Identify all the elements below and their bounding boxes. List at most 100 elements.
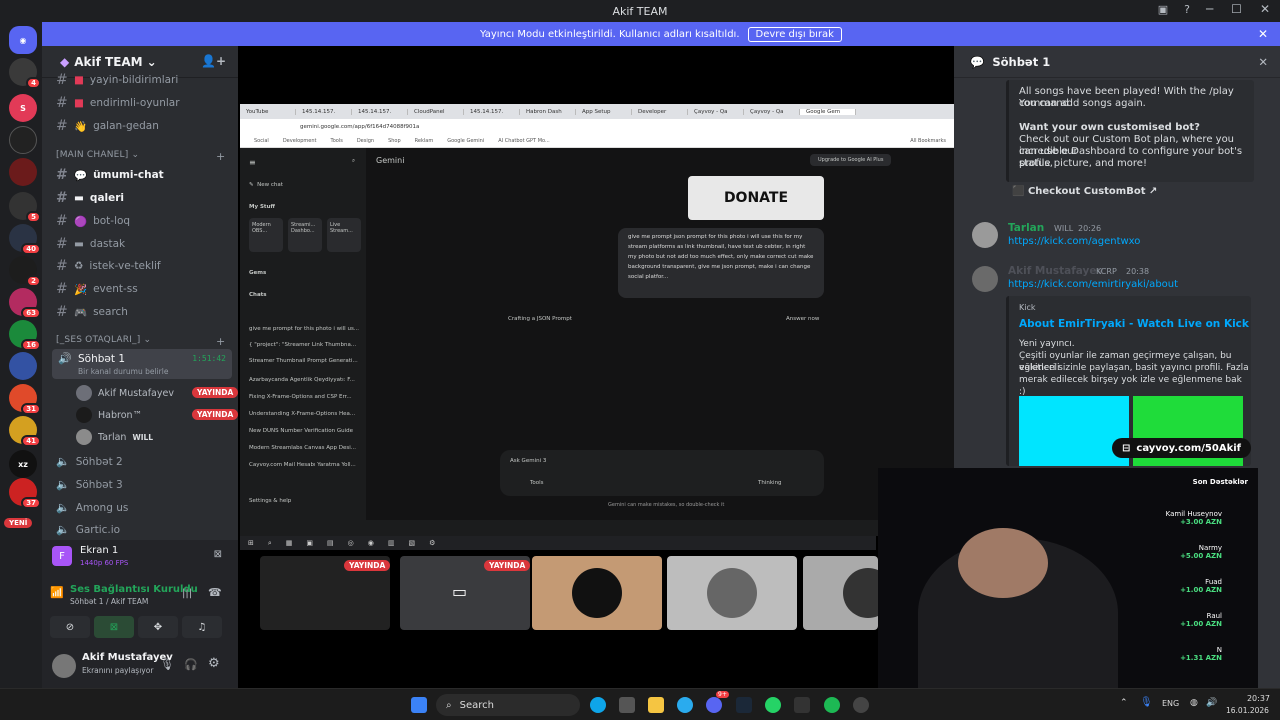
taskbar-search[interactable]: ⌕ Search [436, 694, 580, 716]
stream-tile[interactable]: YAYINDA ▭ [400, 556, 531, 630]
channel-item[interactable]: # 🎉 event-ss [56, 281, 138, 297]
voice-channel[interactable]: 🔈 Söhbət 2 [56, 455, 123, 468]
inbox-icon[interactable]: ▣ [1158, 3, 1168, 16]
server-icon[interactable] [9, 158, 37, 186]
stream-icon: F [52, 546, 72, 566]
avatar[interactable] [52, 654, 76, 678]
browser-tabs: YouTube 145.14.157. 145.14.157. CloudPanel 1… [240, 104, 954, 119]
channel-item[interactable]: # ■ yayin-bildirimlari [56, 72, 178, 88]
channel-item[interactable]: # ■ endirimli-oyunlar [56, 95, 180, 111]
folder-icon[interactable] [648, 697, 664, 713]
streamer-mode-banner: Yayıncı Modu etkinleştirildi. Kullanıcı … [42, 22, 1280, 46]
chat-header: 💬 Söhbət 1 ✕ [954, 46, 1280, 78]
server-icon[interactable]: 40 [9, 224, 41, 255]
message-link[interactable]: https://kick.com/agentwxo [1008, 236, 1140, 248]
disconnect-icon[interactable]: ☎ [208, 586, 222, 599]
voice-channel[interactable]: 🔈 Gartic.io [56, 523, 120, 536]
server-icon[interactable] [9, 126, 37, 154]
channel-item[interactable]: # ♻ istek-ve-teklif [56, 258, 161, 274]
maximize-button[interactable]: ☐ [1231, 2, 1242, 16]
server-icon[interactable]: 16 [9, 320, 41, 351]
channel-item[interactable]: # ▬ dastak [56, 236, 125, 252]
avatar [76, 385, 92, 401]
live-badge: YAYINDA [192, 387, 239, 398]
server-icon[interactable] [9, 352, 37, 380]
start-icon[interactable] [411, 697, 427, 713]
channel-status[interactable]: Bir kanal durumu belirle [78, 367, 168, 376]
edge-icon[interactable] [590, 697, 606, 713]
discord-icon[interactable]: 9+ [706, 691, 729, 713]
noise-icon[interactable]: ||| [182, 588, 192, 599]
soundboard-button[interactable]: ♫ [182, 616, 222, 638]
server-icon[interactable]: 63 [9, 288, 41, 319]
participant-tile[interactable] [803, 556, 893, 630]
category-voice[interactable]: [_SES OTAQLARI_] ⌄ + [56, 335, 225, 348]
shared-browser[interactable]: YouTube 145.14.157. 145.14.157. CloudPanel 1… [240, 104, 954, 536]
user-prompt: give me prompt json prompt for this phot… [618, 228, 824, 298]
channel-item[interactable]: # ▬ qaleri [56, 190, 124, 206]
network-icon[interactable]: ◍ [1190, 698, 1198, 708]
channel-item[interactable]: # 🎮 search [56, 304, 128, 320]
participant-tile[interactable] [532, 556, 662, 630]
screen-share-button[interactable]: ⊠ [94, 616, 134, 638]
microphone-icon[interactable]: 🎙 [1140, 697, 1153, 708]
server-icon[interactable]: 4 [9, 58, 41, 89]
headphones-icon[interactable]: 🎧 [184, 658, 198, 671]
disable-streamer-mode-button[interactable]: Devre dışı bırak [747, 26, 842, 42]
signal-icon: 📶 [50, 586, 64, 599]
channel-item[interactable]: # 👋 galan-gedan [56, 118, 159, 134]
spotify-icon[interactable] [824, 697, 840, 713]
language-indicator[interactable]: ENG [1162, 699, 1179, 708]
voice-channel[interactable]: 🔈 Söhbət 3 [56, 478, 123, 491]
webcam-overlay: Son Dəstəklər Kamil Huseynov +3.00 AZN Na… [878, 468, 1258, 688]
category-main[interactable]: [MAIN CHANEL] ⌄ + [56, 150, 225, 163]
minimize-button[interactable]: ─ [1206, 2, 1213, 16]
volume-icon[interactable]: 🔊 [1206, 698, 1217, 708]
whatsapp-icon[interactable] [765, 697, 781, 713]
server-icon[interactable]: 5 [9, 192, 41, 223]
chevron-up-icon[interactable]: ⌃ [1120, 698, 1128, 708]
new-chat[interactable]: ✎ New chat [249, 182, 283, 188]
clock-date[interactable]: 16.01.2026 [1226, 706, 1269, 715]
message-author: Akif Mustafayev [1008, 265, 1104, 277]
checkout-custombot-button[interactable]: ⬛ Checkout CustomBot ↗ [1012, 186, 1157, 197]
participant-tile[interactable] [667, 556, 797, 630]
avatar[interactable] [972, 222, 998, 248]
server-icon[interactable]: 41 [9, 416, 41, 447]
prompt-input[interactable]: Ask Gemini 3 Tools Thinking [500, 450, 824, 496]
server-icon[interactable]: S [9, 94, 37, 122]
server-icon[interactable]: xz [9, 450, 37, 478]
voice-user[interactable]: Tarlan WILL [76, 429, 153, 445]
overlay-link: ⊟ cayvoy.com/50Akif [1112, 438, 1252, 458]
activities-button[interactable]: ✥ [138, 616, 178, 638]
avatar[interactable] [972, 266, 998, 292]
steam-icon[interactable] [736, 697, 752, 713]
url-bar: gemini.google.com/app/6f164d74088f901a [240, 119, 954, 135]
close-button[interactable]: ✕ [1260, 2, 1270, 16]
stop-stream-icon[interactable]: ⊠ [214, 549, 222, 560]
channel-item[interactable]: # 💬 ümumi-chat [56, 167, 164, 183]
camera-off-button[interactable]: ⊘ [50, 616, 90, 638]
telegram-icon[interactable] [677, 697, 693, 713]
server-icon[interactable]: 37 [9, 478, 41, 509]
stream-tile[interactable]: YAYINDA [260, 556, 391, 630]
invite-icon[interactable]: 👤+ [201, 54, 226, 68]
voice-user[interactable]: Habron™ [76, 407, 142, 423]
server-icon[interactable]: 31 [9, 384, 41, 415]
app-icon[interactable] [853, 697, 869, 713]
close-banner-icon[interactable]: ✕ [1258, 27, 1268, 41]
gear-icon[interactable]: ⚙ [208, 656, 220, 671]
voice-channel[interactable]: 🔈 Among us [56, 501, 128, 514]
clock-time[interactable]: 20:37 [1236, 694, 1270, 703]
message-link[interactable]: https://kick.com/emirtiryaki/about [1008, 279, 1178, 291]
microphone-icon[interactable]: 🎙 [160, 658, 174, 671]
help-icon[interactable]: ? [1184, 3, 1190, 16]
voice-user[interactable]: Akif Mustafayev [76, 385, 174, 401]
channel-item[interactable]: # 🟣 bot-loq [56, 213, 130, 229]
epic-icon[interactable] [794, 697, 810, 713]
active-voice-channel[interactable]: 🔊 Söhbət 1 1:51:42 Bir kanal durumu beli… [52, 349, 232, 379]
discord-home-icon[interactable]: ◉ [9, 26, 37, 54]
close-icon[interactable]: ✕ [1258, 55, 1268, 69]
store-icon[interactable] [619, 697, 635, 713]
server-icon[interactable]: 2 [9, 256, 41, 287]
